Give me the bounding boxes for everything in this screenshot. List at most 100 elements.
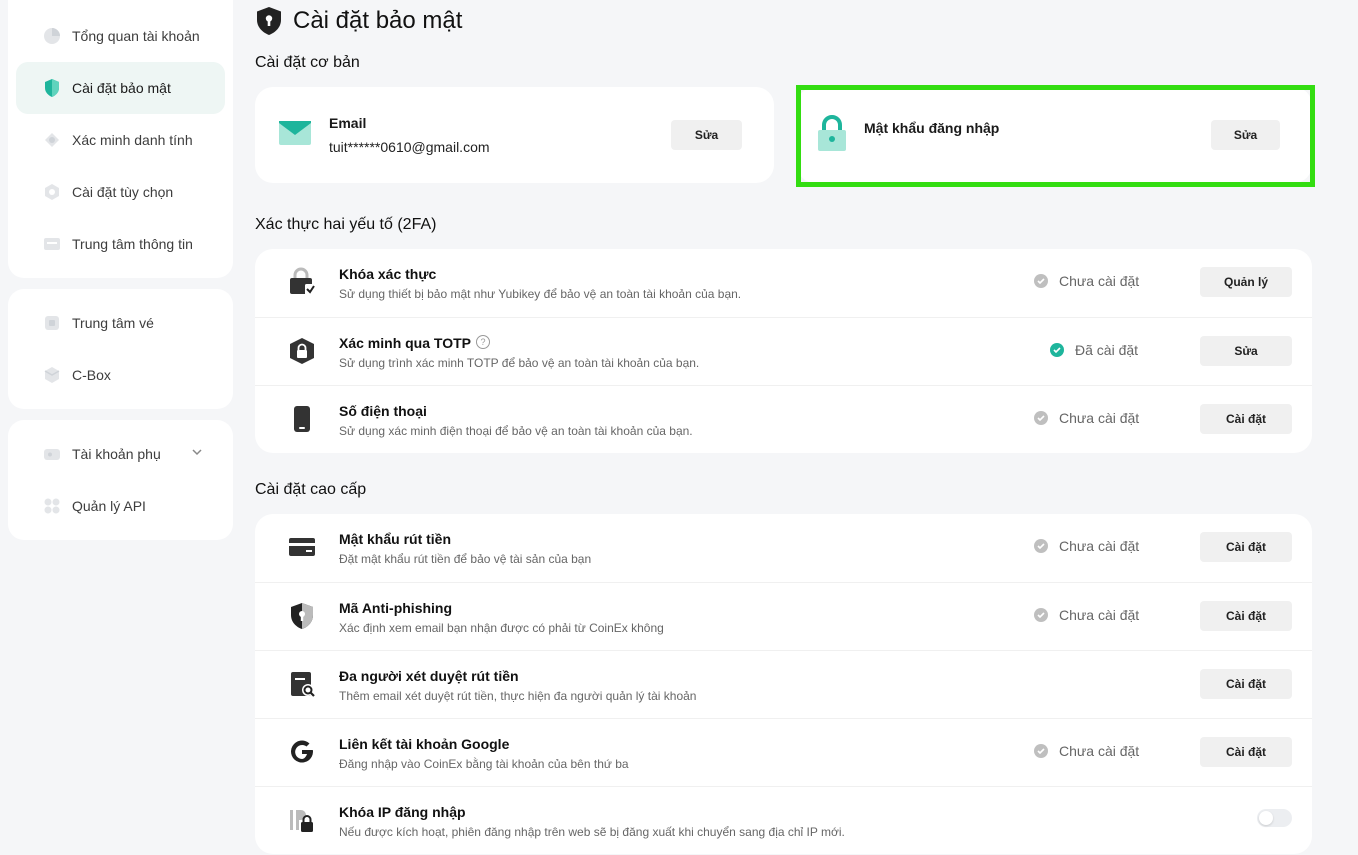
sidebar-item-security-settings[interactable]: Cài đặt bảo mật xyxy=(16,62,225,114)
row-title: Đa người xét duyệt rút tiền xyxy=(339,668,519,684)
row-title: Số điện thoại xyxy=(339,403,427,419)
status-badge: Chưa cài đặt xyxy=(1034,410,1139,426)
email-label: Email xyxy=(329,115,367,131)
row-description: Đặt mật khẩu rút tiền để bảo vệ tài sản … xyxy=(339,552,592,566)
box-icon xyxy=(42,365,62,385)
section-title-2fa: Xác thực hai yếu tố (2FA) xyxy=(255,216,437,233)
row-title: Mật khẩu rút tiền xyxy=(339,531,452,547)
message-icon xyxy=(42,234,62,254)
row-description: Xác định xem email bạn nhận được có phải… xyxy=(339,621,664,635)
sidebar-group-support: Trung tâm vé C-Box xyxy=(8,289,233,409)
security-shield-icon xyxy=(257,7,281,35)
row-description: Nếu được kích hoạt, phiên đăng nhập trên… xyxy=(339,825,845,839)
sidebar-item-label: Trung tâm vé xyxy=(72,315,154,331)
google-icon xyxy=(285,735,319,769)
sidebar-item-preferences[interactable]: Cài đặt tùy chọn xyxy=(16,166,225,218)
list-item-anti-phishing: Mã Anti-phishing Xác định xem email bạn … xyxy=(255,582,1312,651)
sidebar-item-ticket-center[interactable]: Trung tâm vé xyxy=(16,297,225,349)
status-badge: Đã cài đặt xyxy=(1050,342,1138,358)
row-title: Xác minh qua TOTP xyxy=(339,335,471,351)
sidebar-item-label: Trung tâm thông tin xyxy=(72,236,193,252)
api-icon xyxy=(42,496,62,516)
list-item-multi-approver: Đa người xét duyệt rút tiền Thêm email x… xyxy=(255,650,1312,719)
sidebar-item-label: Xác minh danh tính xyxy=(72,132,193,148)
status-text: Đã cài đặt xyxy=(1075,342,1139,358)
anti-phishing-shield-icon xyxy=(285,599,319,633)
sidebar-item-identity-verification[interactable]: Xác minh danh tính xyxy=(16,114,225,166)
status-badge: Chưa cài đặt xyxy=(1034,273,1139,289)
status-text: Chưa cài đặt xyxy=(1059,273,1140,289)
security-key-icon xyxy=(285,265,319,299)
list-item-phone: Số điện thoại Sử dụng xác minh điện thoạ… xyxy=(255,385,1312,454)
check-circle-icon xyxy=(1034,744,1048,758)
sidebar-item-label: Tài khoản phụ xyxy=(72,446,161,462)
status-badge: Chưa cài đặt xyxy=(1034,743,1139,759)
status-text: Chưa cài đặt xyxy=(1059,538,1140,554)
row-description: Thêm email xét duyệt rút tiền, thực hiện… xyxy=(339,689,697,703)
edit-button[interactable]: Sửa xyxy=(1200,336,1292,366)
pie-chart-icon xyxy=(42,26,62,46)
row-description: Sử dụng xác minh điện thoại để bảo vệ an… xyxy=(339,424,693,438)
id-badge-icon xyxy=(42,130,62,150)
card-icon xyxy=(285,530,319,564)
section-title-basic: Cài đặt cơ bản xyxy=(255,54,360,71)
sub-account-icon xyxy=(42,444,62,464)
sidebar-item-account-overview[interactable]: Tổng quan tài khoản xyxy=(16,10,225,62)
row-title: Khóa IP đăng nhập xyxy=(339,804,466,820)
email-value: tuit******0610@gmail.com xyxy=(329,139,490,155)
row-title: Liên kết tài khoản Google xyxy=(339,736,510,752)
sidebar: Tổng quan tài khoản Cài đặt bảo mật Xác … xyxy=(8,0,233,551)
email-card: Email tuit******0610@gmail.com Sửa xyxy=(255,87,774,183)
check-circle-icon xyxy=(1050,343,1064,357)
list-item-google-link: Liên kết tài khoản Google Đăng nhập vào … xyxy=(255,718,1312,787)
ip-lock-toggle[interactable] xyxy=(1257,809,1292,827)
section-title-advanced: Cài đặt cao cấp xyxy=(255,481,367,498)
help-icon[interactable]: ? xyxy=(476,335,490,349)
sidebar-item-label: Cài đặt tùy chọn xyxy=(72,184,174,200)
sidebar-group-accounts: Tài khoản phụ Quản lý API xyxy=(8,420,233,540)
row-description: Sử dụng thiết bị bảo mật như Yubikey để … xyxy=(339,287,742,301)
list-item-ip-lock: Khóa IP đăng nhập Nếu được kích hoạt, ph… xyxy=(255,786,1312,855)
totp-lock-icon xyxy=(285,334,319,368)
status-badge: Chưa cài đặt xyxy=(1034,607,1139,623)
page-title: Cài đặt bảo mật xyxy=(255,6,462,36)
document-search-icon xyxy=(285,667,319,701)
sidebar-item-c-box[interactable]: C-Box xyxy=(16,349,225,401)
check-circle-icon xyxy=(1034,274,1048,288)
toggle-knob xyxy=(1259,811,1273,825)
setup-button[interactable]: Cài đặt xyxy=(1200,532,1292,562)
sidebar-item-sub-accounts[interactable]: Tài khoản phụ xyxy=(16,428,225,480)
sidebar-item-label: Tổng quan tài khoản xyxy=(72,28,200,44)
setup-button[interactable]: Cài đặt xyxy=(1200,737,1292,767)
row-description: Đăng nhập vào CoinEx bằng tài khoản của … xyxy=(339,757,629,771)
manage-button[interactable]: Quản lý xyxy=(1200,267,1292,297)
sidebar-item-label: Quản lý API xyxy=(72,498,146,514)
ip-lock-icon xyxy=(285,803,319,837)
twofa-card: Khóa xác thực Sử dụng thiết bị bảo mật n… xyxy=(255,249,1312,453)
setup-button[interactable]: Cài đặt xyxy=(1200,404,1292,434)
sidebar-group-main: Tổng quan tài khoản Cài đặt bảo mật Xác … xyxy=(8,0,233,278)
chevron-down-icon[interactable] xyxy=(191,445,203,461)
check-circle-icon xyxy=(1034,411,1048,425)
email-edit-button[interactable]: Sửa xyxy=(671,120,742,150)
status-text: Chưa cài đặt xyxy=(1059,410,1140,426)
row-title: Khóa xác thực xyxy=(339,266,437,282)
check-circle-icon xyxy=(1034,608,1048,622)
advanced-card: Mật khẩu rút tiền Đặt mật khẩu rút tiền … xyxy=(255,514,1312,854)
row-description: Sử dụng trình xác minh TOTP để bảo vệ an… xyxy=(339,356,700,370)
highlight-box xyxy=(796,85,1315,187)
list-item-security-key: Khóa xác thực Sử dụng thiết bị bảo mật n… xyxy=(255,249,1312,317)
sidebar-item-info-center[interactable]: Trung tâm thông tin xyxy=(16,218,225,270)
ticket-icon xyxy=(42,313,62,333)
email-icon xyxy=(278,118,312,153)
sidebar-item-api-management[interactable]: Quản lý API xyxy=(16,480,225,532)
shield-icon xyxy=(42,78,62,98)
sidebar-item-label: Cài đặt bảo mật xyxy=(72,80,171,96)
settings-icon xyxy=(42,182,62,202)
setup-button[interactable]: Cài đặt xyxy=(1200,669,1292,699)
status-text: Chưa cài đặt xyxy=(1059,743,1140,759)
list-item-totp: Xác minh qua TOTP ? Sử dụng trình xác mi… xyxy=(255,317,1312,386)
page-title-text: Cài đặt bảo mật xyxy=(293,7,463,34)
check-circle-icon xyxy=(1034,539,1048,553)
setup-button[interactable]: Cài đặt xyxy=(1200,601,1292,631)
